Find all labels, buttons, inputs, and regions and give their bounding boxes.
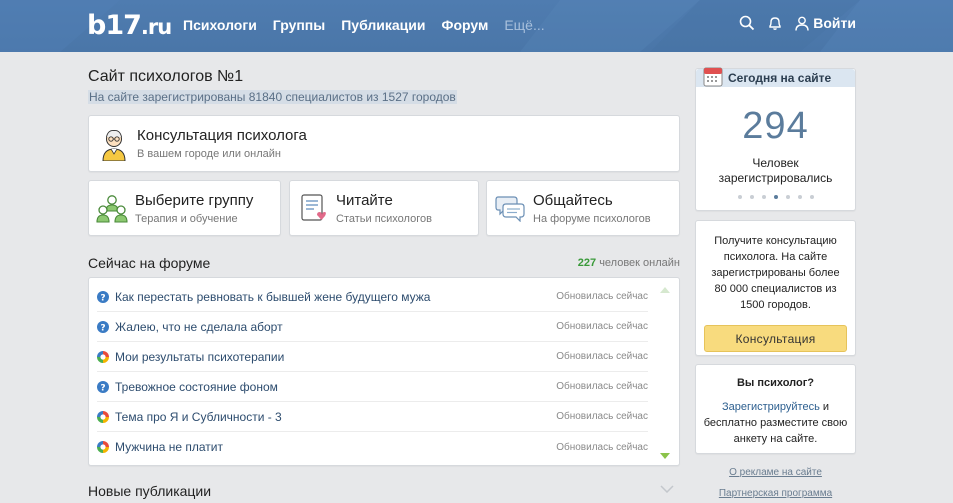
nav-item-publications[interactable]: Публикации bbox=[341, 17, 425, 33]
question-icon: ? bbox=[97, 380, 109, 393]
today-label: Человек зарегистрировались bbox=[718, 156, 833, 185]
forum-row[interactable]: ? Жалею, что не сделала аборт Обновилась… bbox=[97, 312, 648, 342]
forum-row-status: Обновилась сейчас bbox=[556, 291, 648, 302]
nav-item-more[interactable]: Ещё... bbox=[504, 17, 544, 33]
site-logo[interactable]: b17.ru bbox=[87, 10, 172, 41]
forum-row[interactable]: Мои результаты психотерапии Обновилась с… bbox=[97, 342, 648, 372]
register-link[interactable]: Зарегистрируйтесь bbox=[722, 401, 820, 413]
forum-row-status: Обновилась сейчас bbox=[556, 441, 648, 453]
svg-text:?: ? bbox=[100, 323, 105, 333]
today-count: 294 bbox=[742, 105, 809, 147]
forum-row-title[interactable]: Мои результаты психотерапии bbox=[115, 350, 556, 364]
consultation-subtitle: В вашем городе или онлайн bbox=[137, 148, 281, 160]
forum-row-title[interactable]: Жалею, что не сделала аборт bbox=[115, 320, 556, 334]
tile-communicate-subtitle: На форуме психологов bbox=[533, 212, 651, 225]
ads-link[interactable]: О рекламе на сайте bbox=[695, 467, 856, 478]
forum-row-title[interactable]: Тема про Я и Субличности - 3 bbox=[115, 410, 556, 424]
tile-communicate[interactable]: Общайтесь На форуме психологов bbox=[486, 180, 680, 236]
forum-row-status: Обновилась сейчас bbox=[556, 411, 648, 422]
question-icon: ? bbox=[97, 290, 109, 303]
forum-list: ? Как перестать ревновать к бывшей жене … bbox=[88, 277, 680, 466]
forum-row-status: Обновилась сейчас bbox=[556, 351, 648, 362]
consultation-button[interactable]: Консультация bbox=[704, 325, 847, 352]
calendar-icon bbox=[703, 67, 723, 87]
search-icon[interactable] bbox=[739, 15, 755, 31]
today-header: Сегодня на сайте bbox=[696, 67, 855, 87]
svg-text:?: ? bbox=[100, 293, 105, 303]
discussion-icon bbox=[97, 441, 109, 453]
forum-row[interactable]: Мужчина не платит Обновилась сейчас bbox=[97, 432, 648, 462]
tile-groups-title: Выберите группу bbox=[135, 191, 254, 209]
tile-groups-subtitle: Терапия и обучение bbox=[135, 212, 238, 225]
feature-tiles: Выберите группу Терапия и обучение Читай… bbox=[88, 180, 680, 236]
tile-read-title: Читайте bbox=[336, 191, 393, 209]
bell-icon[interactable] bbox=[767, 15, 783, 31]
forum-row-title[interactable]: Тревожное состояние фоном bbox=[115, 380, 556, 394]
tile-read-subtitle: Статьи психологов bbox=[336, 212, 432, 225]
partner-link[interactable]: Партнерская программа bbox=[695, 488, 856, 499]
tile-read[interactable]: Читайте Статьи психологов bbox=[289, 180, 479, 236]
svg-text:?: ? bbox=[100, 383, 105, 393]
nav-item-psychologists[interactable]: Психологи bbox=[183, 17, 257, 33]
scroll-up-arrow-icon bbox=[660, 287, 670, 293]
chat-icon bbox=[487, 194, 533, 222]
consultation-card[interactable]: Консультация психолога В вашем городе ил… bbox=[88, 115, 680, 172]
promo-text: Получите консультацию психолога. На сайт… bbox=[711, 235, 840, 311]
forum-row-status: Обновилась сейчас bbox=[556, 321, 648, 332]
discussion-icon bbox=[97, 350, 109, 363]
carousel-dots[interactable] bbox=[696, 195, 855, 199]
group-icon bbox=[89, 193, 135, 223]
page-title: Сайт психологов №1 bbox=[88, 68, 244, 85]
online-label: человек онлайн bbox=[599, 257, 680, 269]
forum-scrollbar[interactable] bbox=[659, 282, 671, 463]
online-count: 227 bbox=[577, 257, 597, 269]
consultation-title: Консультация психолога bbox=[137, 127, 307, 144]
forum-row[interactable]: Тема про Я и Субличности - 3 Обновилась … bbox=[97, 402, 648, 432]
tile-communicate-title: Общайтесь bbox=[533, 191, 613, 209]
top-header: b17.ru Психологи Группы Публикации Форум… bbox=[0, 0, 953, 52]
psychologist-icon bbox=[91, 127, 137, 161]
chevron-down-icon[interactable] bbox=[660, 485, 674, 493]
main-column: Сайт психологов №1 На сайте зарегистриро… bbox=[88, 68, 680, 499]
page-subtitle: На сайте зарегистрированы 81840 специали… bbox=[88, 90, 457, 104]
nav-item-groups[interactable]: Группы bbox=[273, 17, 325, 33]
forum-row[interactable]: ? Как перестать ревновать к бывшей жене … bbox=[97, 282, 648, 312]
consultation-promo: Получите консультацию психолога. На сайт… bbox=[695, 220, 856, 356]
forum-row[interactable]: ? Тревожное состояние фоном Обновилась с… bbox=[97, 372, 648, 402]
login-button[interactable]: Войти bbox=[795, 15, 856, 31]
question-icon: ? bbox=[97, 320, 109, 333]
today-title: Сегодня на сайте bbox=[728, 71, 832, 85]
signup-text: Зарегистрируйтесь и бесплатно разместите… bbox=[703, 401, 848, 445]
forum-header: Сейчас на форуме 227 человек онлайн bbox=[88, 255, 680, 273]
today-widget: Сегодня на сайте 294 Человек зарегистриро… bbox=[695, 67, 856, 211]
publications-heading: Новые публикации bbox=[88, 483, 212, 499]
publications-header[interactable]: Новые публикации bbox=[88, 483, 680, 499]
nav-item-forum[interactable]: Форум bbox=[442, 17, 489, 33]
signup-question: Вы психолог? bbox=[736, 377, 815, 389]
header-actions: Войти bbox=[739, 15, 856, 31]
login-label: Войти bbox=[813, 15, 856, 31]
online-counter: 227 человек онлайн bbox=[578, 257, 680, 269]
forum-row-title[interactable]: Как перестать ревновать к бывшей жене бу… bbox=[115, 290, 556, 304]
forum-heading: Сейчас на форуме bbox=[88, 255, 211, 271]
main-nav: Психологи Группы Публикации Форум Ещё... bbox=[183, 17, 561, 33]
tile-groups[interactable]: Выберите группу Терапия и обучение bbox=[88, 180, 281, 236]
psychologist-signup: Вы психолог? Зарегистрируйтесь и бесплат… bbox=[695, 364, 856, 454]
user-icon bbox=[795, 16, 809, 31]
forum-row-status: Обновилась сейчас bbox=[556, 381, 648, 392]
forum-row-title[interactable]: Мужчина не платит bbox=[115, 440, 556, 454]
scroll-down-arrow-icon bbox=[660, 453, 670, 459]
article-icon bbox=[290, 193, 336, 223]
discussion-icon bbox=[97, 410, 109, 423]
